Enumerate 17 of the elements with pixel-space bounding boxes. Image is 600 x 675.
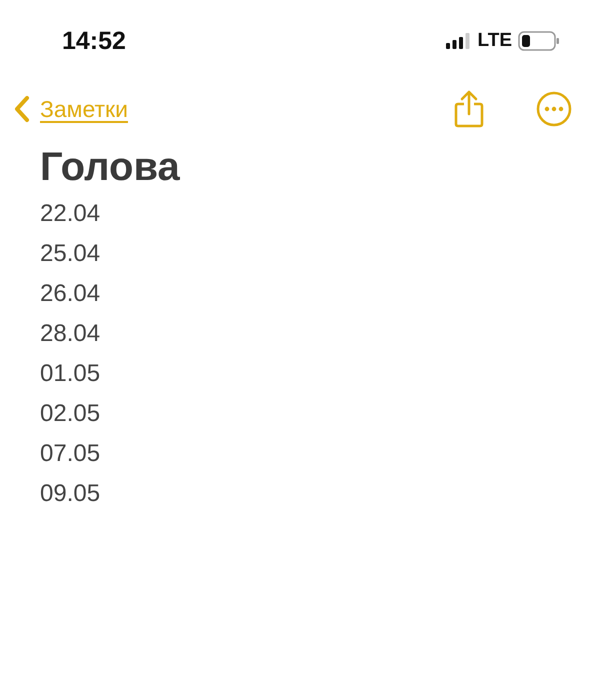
note-line: 01.05 [40,359,102,389]
battery-icon [518,31,560,51]
note-line: 26.04 [40,279,102,309]
status-time: 14:52 [62,26,126,56]
note-line: 28.04 [40,319,102,349]
more-icon[interactable] [536,91,572,127]
note-line: 22.04 [40,199,102,229]
network-label: LTE [478,30,512,52]
share-icon[interactable] [454,90,484,128]
note-line: 02.05 [40,399,102,429]
chevron-icon [14,95,30,123]
note-line: 09.05 [40,479,102,509]
note-line: 07.05 [40,439,102,469]
note-line: 25.04 [40,239,102,269]
signal-icon [446,33,472,49]
back-link[interactable]: Заметки [14,95,128,123]
note-title: Голова [40,144,181,191]
